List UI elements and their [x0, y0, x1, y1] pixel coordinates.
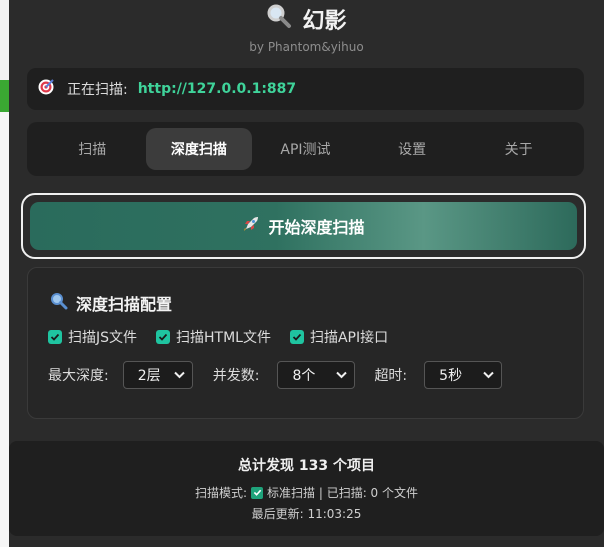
- magnifier-icon: [266, 3, 292, 35]
- app-subtitle: by Phantom&yihuo: [249, 40, 364, 54]
- total-found: 总计发现 133 个项目: [9, 455, 604, 475]
- scan-parameters: 最大深度: 2层 并发数: 8个 超时: 5秒: [48, 361, 503, 389]
- scan-html-checkbox[interactable]: 扫描HTML文件: [156, 327, 271, 347]
- chevron-down-icon: [336, 367, 348, 383]
- stats-footer: 总计发现 133 个项目 扫描模式: 标准扫描 | 已扫描: 0 个文件 最后更…: [9, 441, 604, 536]
- check-mark-icon: [251, 486, 264, 499]
- tab-api-test[interactable]: API测试: [252, 128, 359, 170]
- scan-api-label: 扫描API接口: [309, 330, 389, 346]
- scan-status-bar: 正在扫描: http://127.0.0.1:887: [27, 68, 584, 110]
- chevron-down-icon: [483, 367, 494, 383]
- tab-about[interactable]: 关于: [465, 128, 572, 170]
- app-header: 幻影: [9, 4, 604, 34]
- scan-js-label: 扫描JS文件: [68, 330, 138, 346]
- app-title: 幻影: [302, 9, 347, 34]
- timeout-label: 超时:: [374, 368, 408, 384]
- checkbox-checked-icon[interactable]: [289, 330, 304, 344]
- background-page-strip: [0, 0, 9, 80]
- scan-type-options: 扫描JS文件 扫描HTML文件 扫描API接口: [48, 327, 388, 347]
- total-prefix: 总计发现: [238, 458, 294, 474]
- timeout-value: 5秒: [439, 368, 463, 384]
- max-depth-label: 最大深度:: [48, 368, 109, 384]
- target-icon: [37, 78, 55, 100]
- scan-mode-value: 标准扫描 | 已扫描: 0 个文件: [267, 486, 419, 500]
- background-page-green-bar: [0, 80, 9, 112]
- status-label: 正在扫描:: [67, 82, 128, 98]
- tab-scan[interactable]: 扫描: [39, 128, 146, 170]
- checkbox-checked-icon[interactable]: [156, 330, 171, 344]
- scan-mode-line: 扫描模式: 标准扫描 | 已扫描: 0 个文件: [9, 484, 604, 501]
- total-suffix: 个项目: [332, 458, 375, 474]
- status-url: http://127.0.0.1:887: [137, 81, 297, 97]
- timeout-select[interactable]: 5秒: [424, 361, 503, 389]
- concurrency-label: 并发数:: [212, 368, 260, 384]
- scan-mode-label: 扫描模式:: [194, 486, 248, 500]
- start-button-label: 开始深度扫描: [268, 218, 365, 237]
- tab-settings[interactable]: 设置: [359, 128, 466, 170]
- config-header: 深度扫描配置: [50, 291, 172, 315]
- concurrency-select[interactable]: 8个: [277, 361, 356, 389]
- checkbox-checked-icon[interactable]: [48, 330, 62, 344]
- config-title: 深度扫描配置: [76, 295, 173, 314]
- total-count: 133: [298, 458, 329, 474]
- concurrency-value: 8个: [292, 368, 316, 384]
- chevron-down-icon: [174, 367, 185, 383]
- background-page-strip-lower: [0, 112, 9, 547]
- scan-js-checkbox[interactable]: 扫描JS文件: [48, 327, 137, 347]
- scan-api-checkbox[interactable]: 扫描API接口: [289, 327, 389, 347]
- max-depth-select[interactable]: 2层: [122, 361, 193, 389]
- extension-popup: 幻影 by Phantom&yihuo 正在扫描: http://127.0.0…: [9, 0, 604, 547]
- deep-scan-config-panel: 深度扫描配置 扫描JS文件 扫描HTML文件 扫描API接口 最大深度: 2层 …: [27, 267, 584, 419]
- start-button-focus-ring: 开始深度扫描: [21, 193, 586, 259]
- rocket-icon: [242, 215, 260, 237]
- search-icon: [50, 292, 68, 314]
- max-depth-value: 2层: [137, 368, 161, 384]
- scan-html-label: 扫描HTML文件: [176, 330, 271, 346]
- last-updated: 最后更新: 11:03:25: [251, 507, 362, 521]
- tab-bar: 扫描 深度扫描 API测试 设置 关于: [27, 122, 584, 176]
- start-deep-scan-button[interactable]: 开始深度扫描: [30, 202, 577, 250]
- tab-deep-scan[interactable]: 深度扫描: [145, 128, 253, 170]
